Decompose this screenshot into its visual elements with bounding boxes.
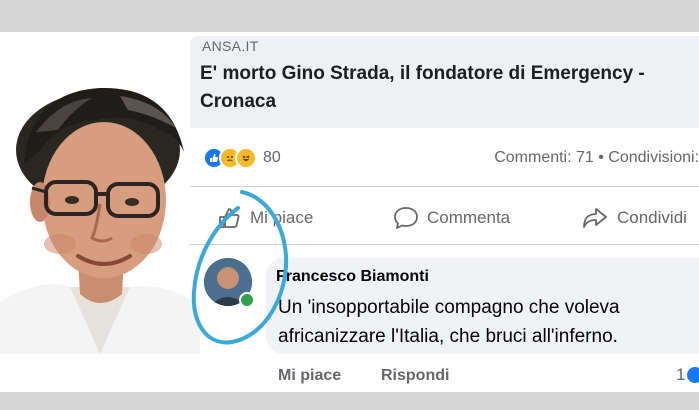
comment-reaction-count[interactable]: 1 — [676, 365, 699, 385]
share-button[interactable]: Condividi — [581, 204, 687, 232]
comment-label: Commenta — [427, 208, 511, 227]
portrait-photo — [0, 72, 200, 354]
reactions-summary[interactable]: 80 — [203, 146, 281, 170]
share-label: Condividi — [617, 208, 687, 227]
comment-reaction-number: 1 — [676, 365, 686, 384]
share-arrow-icon — [583, 208, 607, 228]
like-icon — [687, 367, 699, 383]
comment-share-counts[interactable]: Commenti: 71 • Condivisioni: — [494, 149, 699, 167]
speech-bubble-icon — [394, 207, 418, 229]
haha-icon — [235, 147, 257, 169]
comment-text-line: africanizzare l'Italia, che bruci all'in… — [278, 326, 618, 347]
bottom-strip — [0, 392, 699, 410]
link-source: ANSA.IT — [202, 38, 259, 54]
annotation-circle — [191, 190, 289, 345]
reaction-count: 80 — [263, 149, 281, 166]
comment-text: Un 'insopportabile compagno che voleva a… — [278, 293, 699, 351]
comment-text-line: Un 'insopportabile compagno che voleva — [278, 297, 620, 318]
link-headline[interactable]: E' morto Gino Strada, il fondatore di Em… — [200, 60, 699, 116]
comment-reply-link[interactable]: Rispondi — [381, 367, 449, 385]
comment-like-link[interactable]: Mi piace — [278, 367, 341, 385]
comment-button[interactable]: Commenta — [393, 204, 510, 232]
